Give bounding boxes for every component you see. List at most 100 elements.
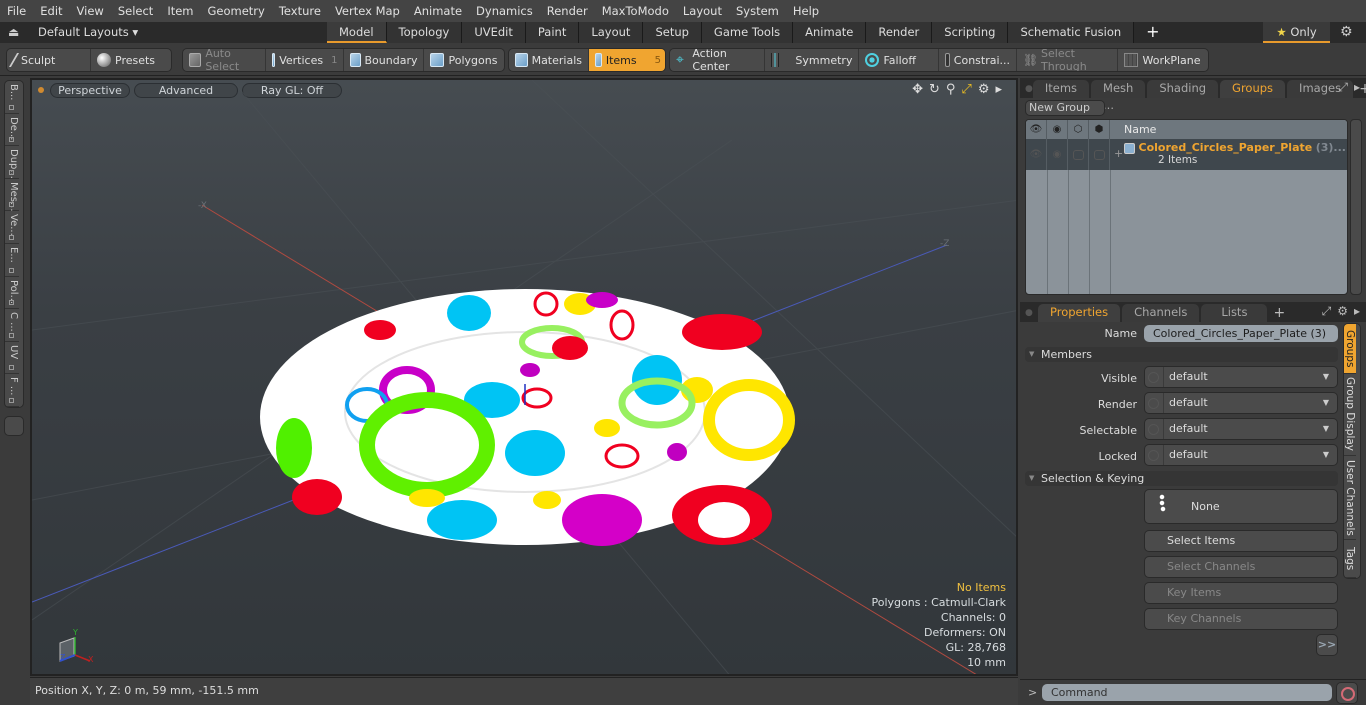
column-name[interactable]: Name (1110, 120, 1156, 139)
tab-game-tools[interactable]: Game Tools (701, 22, 794, 43)
layouts-dropdown[interactable]: Default Layouts ▾ (38, 25, 138, 39)
constraints-button[interactable]: Constrai... (939, 49, 1018, 71)
new-group-button[interactable]: New Group (1025, 100, 1105, 116)
selection-mode-button[interactable]: None (1144, 489, 1338, 524)
paper-plate-model[interactable] (260, 289, 795, 546)
polygons-button[interactable]: Polygons (424, 49, 504, 71)
symmetry-button[interactable]: Symmetry (765, 49, 860, 71)
menu-layout[interactable]: Layout (676, 0, 729, 22)
menu-system[interactable]: System (729, 0, 786, 22)
row-select-checkbox[interactable] (1089, 139, 1110, 170)
left-tab-edge[interactable]: E... (5, 244, 19, 277)
presets-button[interactable]: Presets (91, 49, 171, 71)
workplane-button[interactable]: WorkPlane (1118, 49, 1208, 71)
menu-vertex-map[interactable]: Vertex Map (328, 0, 407, 22)
tab-render[interactable]: Render (866, 22, 933, 43)
side-tab-group-display[interactable]: Group Display (1344, 374, 1356, 456)
tab-setup[interactable]: Setup (643, 22, 702, 43)
side-tab-user-channels[interactable]: User Channels (1344, 456, 1356, 540)
key-channels-button[interactable]: Key Channels (1144, 608, 1338, 630)
menu-animate[interactable]: Animate (407, 0, 469, 22)
left-tab-mesh-edit[interactable]: Mes... (5, 179, 19, 212)
tab-uvedit[interactable]: UVEdit (462, 22, 526, 43)
left-tab-polygon[interactable]: Pol... (5, 277, 19, 310)
row-eye-icon[interactable]: 👁 (1026, 139, 1047, 170)
left-tab-uv[interactable]: UV (5, 342, 19, 375)
panel-menu-dot-icon[interactable]: ● (1020, 304, 1038, 322)
tab-channels[interactable]: Channels (1122, 304, 1200, 322)
panel-arrow-icon[interactable]: ▸ (1354, 80, 1360, 95)
expand-plus-icon[interactable]: + (1114, 147, 1123, 160)
selectable-dropdown[interactable]: default ▼ (1144, 418, 1338, 440)
add-tab-plus-icon[interactable]: + (1134, 22, 1159, 43)
menu-texture[interactable]: Texture (272, 0, 328, 22)
panel-menu-dot-icon[interactable]: ● (1020, 80, 1033, 98)
groups-scrollbar[interactable] (1350, 119, 1362, 295)
collapse-up-icon[interactable]: ⏏ (8, 25, 19, 39)
left-tab-duplicate[interactable]: Dup... (5, 146, 19, 179)
action-center-button[interactable]: ⌖ Action Center (670, 49, 766, 71)
menu-select[interactable]: Select (111, 0, 160, 22)
menu-dynamics[interactable]: Dynamics (469, 0, 540, 22)
panel-arrow-icon[interactable]: ▸ (1354, 304, 1360, 319)
name-field[interactable]: Colored_Circles_Paper_Plate (3) (1144, 325, 1338, 342)
menu-view[interactable]: View (70, 0, 111, 22)
select-through-button[interactable]: ⛓ Select Through (1017, 49, 1119, 71)
tab-items[interactable]: Items (1032, 80, 1090, 98)
menu-file[interactable]: File (0, 0, 33, 22)
render-dropdown[interactable]: default ▼ (1144, 392, 1338, 414)
falloff-button[interactable]: Falloff (859, 49, 940, 71)
menu-help[interactable]: Help (786, 0, 826, 22)
key-items-button[interactable]: Key Items (1144, 582, 1338, 604)
menu-render[interactable]: Render (540, 0, 595, 22)
popout-icon[interactable]: ⤢ (1322, 304, 1332, 319)
items-button[interactable]: Items 5 (589, 49, 665, 71)
tab-animate[interactable]: Animate (793, 22, 867, 43)
left-tab-basic[interactable]: B... (5, 81, 19, 114)
more-button[interactable]: >> (1316, 634, 1338, 656)
left-extra-tab[interactable] (4, 416, 24, 436)
auto-select-button[interactable]: Auto Select (183, 49, 267, 71)
command-input[interactable]: Command (1042, 684, 1332, 701)
vertices-button[interactable]: Vertices 1 (266, 49, 345, 71)
tab-groups[interactable]: Groups (1220, 80, 1286, 98)
tab-schematic-fusion[interactable]: Schematic Fusion (1008, 22, 1135, 43)
lock-cube-icon[interactable]: ⬡ (1068, 120, 1089, 139)
visible-dropdown[interactable]: default ▼ (1144, 366, 1338, 388)
menu-geometry[interactable]: Geometry (201, 0, 272, 22)
row-camera-icon[interactable]: ◉ (1047, 139, 1068, 170)
left-tab-vertex[interactable]: Ve... (5, 211, 19, 244)
side-tab-tags[interactable]: Tags (1344, 540, 1356, 578)
select-channels-button[interactable]: Select Channels (1144, 556, 1338, 578)
record-macro-icon[interactable] (1336, 682, 1358, 704)
only-toggle[interactable]: ★ Only (1263, 22, 1330, 43)
menu-item[interactable]: Item (160, 0, 200, 22)
tab-scripting[interactable]: Scripting (932, 22, 1009, 43)
render-camera-icon[interactable]: ◉ (1047, 120, 1068, 139)
panel-gear-icon[interactable]: ⚙ (1337, 304, 1348, 319)
menu-edit[interactable]: Edit (33, 0, 69, 22)
left-tab-deform[interactable]: De... (5, 114, 19, 147)
select-items-button[interactable]: Select Items (1144, 530, 1338, 552)
boundary-button[interactable]: Boundary (344, 49, 425, 71)
tab-paint[interactable]: Paint (525, 22, 580, 43)
sculpt-button[interactable]: Sculpt (7, 49, 91, 71)
tab-mesh[interactable]: Mesh ... (1091, 80, 1146, 112)
group-name[interactable]: Colored_Circles_Paper_Plate (1139, 141, 1313, 154)
locked-dropdown[interactable]: default ▼ (1144, 444, 1338, 466)
tab-topology[interactable]: Topology (386, 22, 463, 43)
materials-button[interactable]: Materials (509, 49, 589, 71)
tab-model[interactable]: Model (327, 22, 387, 43)
side-tab-groups[interactable]: Groups (1344, 324, 1356, 374)
popout-icon[interactable]: ⤢ (1338, 80, 1348, 95)
tab-layout[interactable]: Layout (579, 22, 644, 43)
tab-properties[interactable]: Properties (1038, 304, 1121, 322)
gear-icon[interactable]: ⚙ (1340, 24, 1353, 40)
left-tab-fusion[interactable]: F ... (5, 374, 19, 407)
tab-lists[interactable]: Lists (1201, 304, 1268, 322)
menu-maxtomodo[interactable]: MaxToModo (595, 0, 676, 22)
selection-keying-section[interactable]: Selection & Keying (1025, 471, 1338, 486)
visibility-eye-icon[interactable]: 👁 (1026, 120, 1047, 139)
add-panel-tab-icon[interactable]: + (1269, 304, 1289, 322)
left-tab-curve[interactable]: C ... (5, 309, 19, 342)
